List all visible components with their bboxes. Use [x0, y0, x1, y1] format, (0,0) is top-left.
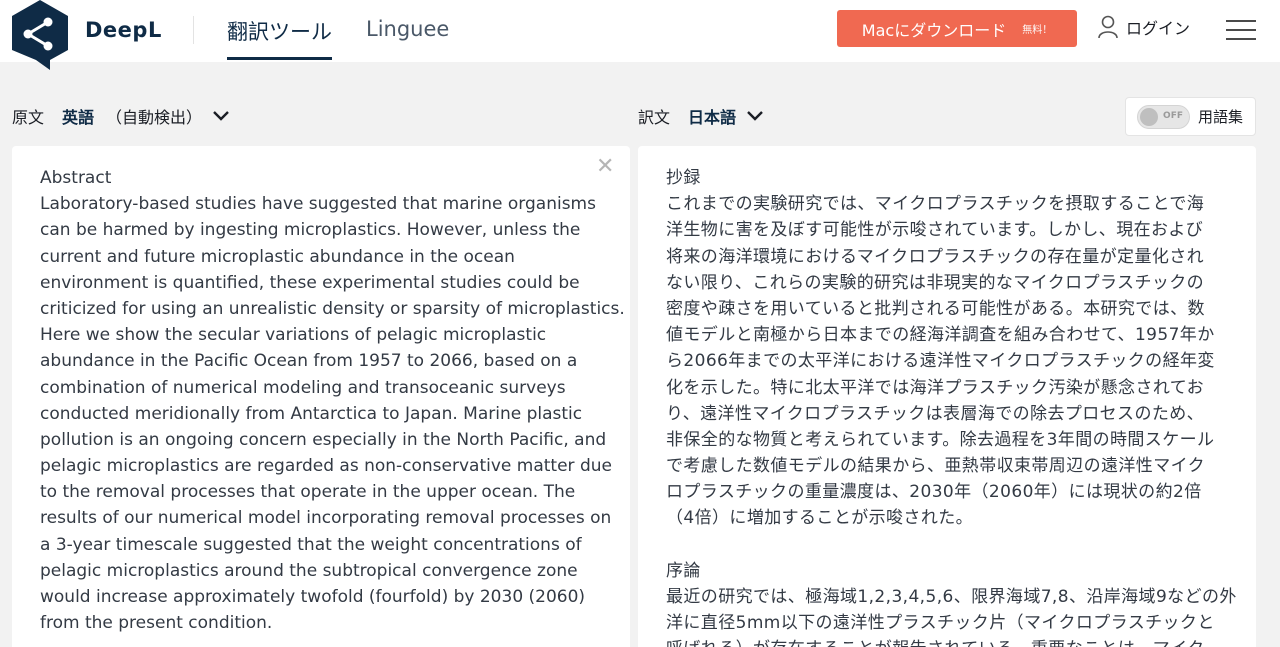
text-line: results of our numerical model incorpora… — [40, 508, 612, 529]
text-line: criticized for using an unrealistic dens… — [40, 298, 625, 319]
download-label: Macにダウンロード — [861, 20, 1007, 40]
source-text-panel[interactable]: Abstract Laboratory-based studies have su… — [12, 146, 630, 647]
text-line: would increase approximately twofold (fo… — [40, 587, 586, 607]
login-label: ログイン — [1126, 19, 1191, 38]
text-line: Abstract — [40, 168, 112, 188]
text-line: conducted meridionally from Antarctica t… — [40, 403, 583, 424]
source-auto-detect: （自動検出） — [106, 108, 203, 127]
text-line: 非保全的な物質と考えられています。除去過程を3年間の時間スケール — [666, 429, 1215, 450]
toggle-state: OFF — [1163, 110, 1183, 121]
text-line: a 3-year timescale suggested that the we… — [40, 534, 582, 555]
toggle-knob — [1140, 107, 1158, 126]
target-text-panel[interactable]: 抄録これまでの実験研究では、マイクロプラスチックを摂取することで海 洋生物に害を及… — [638, 146, 1256, 647]
source-textarea[interactable]: Abstract Laboratory-based studies have su… — [40, 165, 625, 636]
brand-name[interactable]: DeepL — [85, 18, 162, 42]
deepl-logo-icon[interactable] — [10, 0, 70, 72]
text-line: pelagic microplastics are regarded as no… — [40, 456, 612, 477]
text-line: り、遠洋性マイクロプラスチックは表層海での除去プロセスのため、 — [666, 403, 1205, 424]
text-line: 抄録 — [666, 168, 701, 188]
text-line: 序論 — [666, 560, 701, 581]
top-header: DeepL 翻訳ツール Linguee Macにダウンロード 無料！ ログイン — [0, 0, 1280, 70]
glossary-toggle[interactable]: OFF 用語集 — [1125, 97, 1256, 136]
text-line: ら2066年までの太平洋における遠洋性マイクロプラスチックの経年変 — [666, 351, 1215, 372]
text-line: 値モデルと南極から日本までの経海洋調査を組み合わせて、1957年か — [666, 325, 1215, 346]
source-language: 英語 — [62, 108, 95, 127]
chevron-down-icon — [213, 111, 229, 121]
login-button[interactable]: ログイン — [1098, 15, 1190, 39]
user-icon — [1098, 15, 1118, 39]
glossary-label: 用語集 — [1198, 108, 1244, 126]
text-line: ない限り、これらの実験的研究は非現実的なマイクロプラスチックの — [666, 272, 1205, 293]
source-language-selector[interactable]: 原文 英語 （自動検出） — [12, 104, 230, 128]
text-line: 洋生物に害を及ぼす可能性が示唆されています。しかし、現在および — [666, 220, 1204, 241]
download-free-label: 無料！ — [1022, 25, 1053, 36]
text-line: abundance in the Pacific Ocean from 1957… — [40, 351, 578, 372]
text-line: 将来の海洋環境におけるマイクロプラスチックの存在量が定量化され — [666, 246, 1205, 267]
text-line: to the removal processes that operate in… — [40, 482, 576, 503]
text-line: Laboratory-based studies have suggested … — [40, 194, 596, 215]
tab-linguee[interactable]: Linguee — [366, 17, 449, 61]
target-language: 日本語 — [688, 108, 737, 127]
text-line: can be harmed by ingesting microplastics… — [40, 220, 581, 241]
text-line: 洋に直径5mm以下の遠洋性プラスチック片（マイクロプラスチックと — [666, 613, 1215, 634]
text-line: from the present condition. — [40, 613, 273, 634]
text-line: （4倍）に増加することが示唆された。 — [666, 508, 974, 529]
target-label: 訳文 — [638, 108, 671, 127]
chevron-down-icon — [747, 111, 763, 121]
text-line: combination of numerical modeling and tr… — [40, 377, 566, 398]
header-divider — [193, 16, 194, 44]
text-line: 呼ばれる）が存在することが報告されている。重要なことは、マイク — [666, 636, 1221, 647]
tab-translator[interactable]: 翻訳ツール — [227, 16, 332, 60]
target-textarea[interactable]: 抄録これまでの実験研究では、マイクロプラスチックを摂取することで海 洋生物に害を及… — [666, 165, 1237, 647]
text-line: pollution is an ongoing concern especial… — [40, 429, 607, 450]
text-line: ロプラスチックの重量濃度は、2030年（2060年）には現状の約2倍 — [666, 482, 1202, 503]
download-mac-button[interactable]: Macにダウンロード 無料！ — [837, 10, 1077, 47]
hamburger-menu-icon[interactable] — [1226, 20, 1256, 42]
text-line: 密度や疎さを用いていると批判される可能性がある。本研究では、数 — [666, 298, 1205, 319]
target-language-selector[interactable]: 訳文 日本語 — [638, 104, 764, 128]
text-line: 化を示した。特に北太平洋では海洋プラスチック汚染が懸念されてお — [666, 377, 1205, 398]
text-line: 最近の研究では、極海域1,2,3,4,5,6、限界海域7,8、沿岸海域9などの外 — [666, 587, 1237, 607]
text-line: で考慮した数値モデルの結果から、亜熱帯収束帯周辺の遠洋性マイク — [666, 456, 1206, 477]
text-line: Here we show the secular variations of p… — [40, 325, 547, 346]
text-line: pelagic microplastics around the subtrop… — [40, 560, 578, 581]
text-line: current and future microplastic abundanc… — [40, 246, 515, 267]
text-line: これまでの実験研究では、マイクロプラスチックを摂取することで海 — [666, 194, 1205, 215]
clear-text-icon[interactable]: ✕ — [596, 156, 614, 178]
text-line: environment is quantified, these experim… — [40, 272, 580, 293]
source-label: 原文 — [12, 108, 45, 127]
toggle-switch[interactable]: OFF — [1137, 104, 1190, 129]
